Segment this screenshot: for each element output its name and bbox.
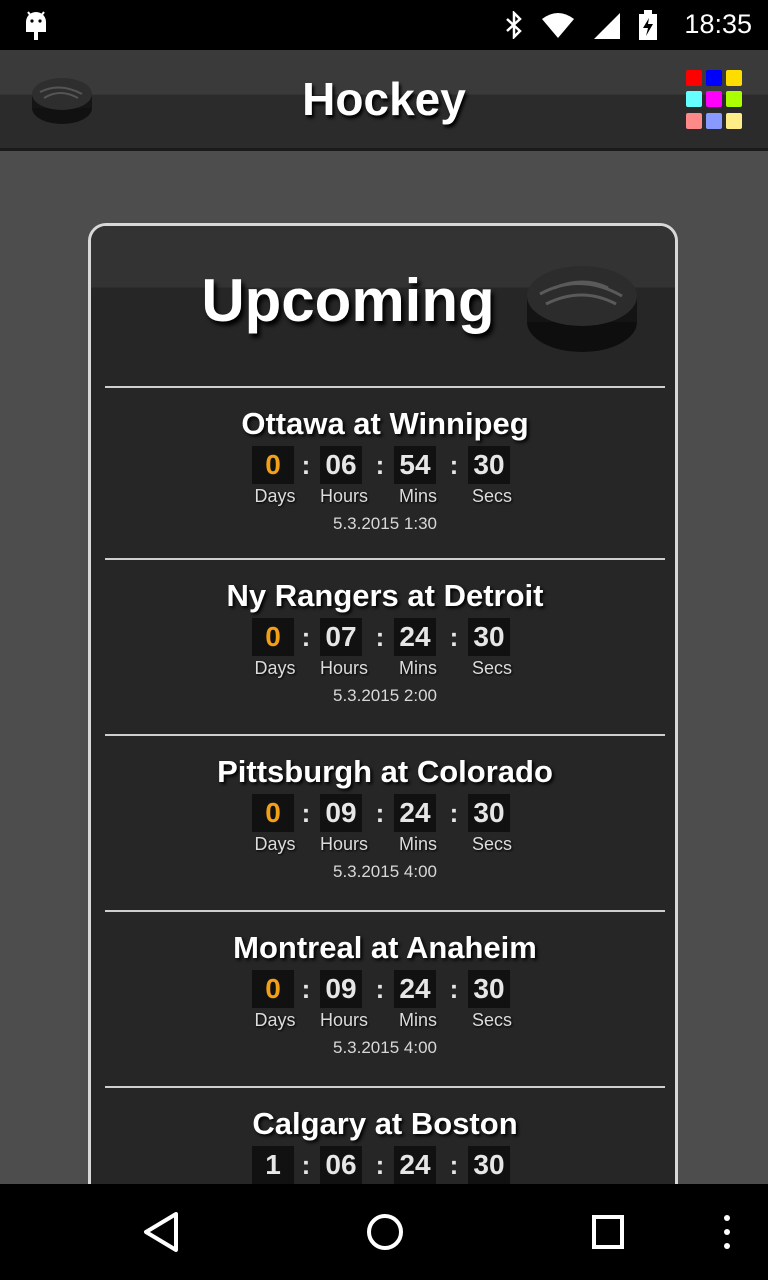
grid-square <box>726 91 742 108</box>
secs-label: Secs <box>471 834 513 854</box>
navigation-bar <box>0 1184 768 1280</box>
separator: : <box>301 1150 311 1180</box>
back-icon[interactable] <box>140 1210 180 1254</box>
color-grid-menu-button[interactable] <box>686 70 746 130</box>
battery-icon <box>639 10 657 40</box>
hours-value: 06 <box>320 446 362 484</box>
game-date: 5.3.2015 4:00 <box>333 862 437 881</box>
recents-icon[interactable] <box>590 1210 626 1254</box>
bluetooth-icon <box>506 11 522 39</box>
mins-label: Mins <box>398 1010 437 1030</box>
grid-square <box>686 70 702 86</box>
separator: : <box>375 450 385 480</box>
grid-square <box>706 112 722 129</box>
game-date: 5.3.2015 1:30 <box>333 514 437 533</box>
game-row[interactable]: Ny Rangers at Detroit 0 : 07 : 24 : 30 D… <box>105 558 665 736</box>
game-title: Ottawa at Winnipeg <box>241 406 529 441</box>
secs-value: 30 <box>468 1146 510 1184</box>
clock: 18:35 <box>684 9 752 39</box>
game-title: Calgary at Boston <box>252 1106 518 1141</box>
days-label: Days <box>254 834 296 854</box>
grid-square <box>726 70 742 86</box>
signal-icon <box>594 13 620 39</box>
android-icon <box>26 11 46 40</box>
game-row[interactable]: Montreal at Anaheim 0 : 09 : 24 : 30 Day… <box>105 910 665 1088</box>
game-title: Montreal at Anaheim <box>233 930 537 965</box>
separator: : <box>375 974 385 1004</box>
countdown-timer: 0 : 06 : 54 : 30 <box>252 446 522 486</box>
app-bar: Hockey <box>0 50 768 151</box>
game-title: Ny Rangers at Detroit <box>226 578 544 613</box>
grid-square <box>706 70 722 86</box>
secs-value: 30 <box>468 446 510 484</box>
game-title: Pittsburgh at Colorado <box>217 754 553 789</box>
grid-square <box>706 91 722 108</box>
days-value: 0 <box>252 618 294 656</box>
separator: : <box>449 798 459 828</box>
separator: : <box>301 622 311 652</box>
days-value: 1 <box>252 1146 294 1184</box>
separator: : <box>301 798 311 828</box>
overflow-menu-icon[interactable] <box>720 1210 734 1254</box>
hours-label: Hours <box>319 658 368 678</box>
secs-value: 30 <box>468 618 510 656</box>
separator: : <box>449 450 459 480</box>
hours-value: 09 <box>320 794 362 832</box>
wifi-icon <box>542 13 574 38</box>
separator: : <box>449 974 459 1004</box>
countdown-timer: 1 : 06 : 24 : 30 <box>252 1146 522 1186</box>
app-title: Hockey <box>302 73 466 125</box>
hours-label: Hours <box>319 1010 368 1030</box>
secs-label: Secs <box>471 658 513 678</box>
separator: : <box>301 974 311 1004</box>
days-value: 0 <box>252 446 294 484</box>
days-label: Days <box>254 658 296 678</box>
countdown-timer: 0 : 07 : 24 : 30 <box>252 618 522 658</box>
hours-label: Hours <box>319 834 368 854</box>
mins-label: Mins <box>398 834 437 854</box>
separator: : <box>449 1150 459 1180</box>
hours-value: 09 <box>320 970 362 1008</box>
hockey-puck-icon <box>527 266 637 352</box>
grid-square <box>686 91 702 108</box>
upcoming-games-card: Upcoming Ottawa at Winnipeg 0 : 06 : 54 … <box>88 223 678 1203</box>
countdown-timer: 0 : 09 : 24 : 30 <box>252 794 522 834</box>
mins-value: 24 <box>394 794 436 832</box>
days-value: 0 <box>252 794 294 832</box>
hours-label: Hours <box>319 486 368 506</box>
game-date: 5.3.2015 2:00 <box>333 686 437 705</box>
countdown-timer: 0 : 09 : 24 : 30 <box>252 970 522 1010</box>
separator: : <box>301 450 311 480</box>
mins-value: 24 <box>394 970 436 1008</box>
days-label: Days <box>254 1010 296 1030</box>
mins-label: Mins <box>398 658 437 678</box>
mins-value: 54 <box>394 446 436 484</box>
game-row[interactable]: Pittsburgh at Colorado 0 : 09 : 24 : 30 … <box>105 734 665 912</box>
secs-value: 30 <box>468 970 510 1008</box>
mins-value: 24 <box>394 1146 436 1184</box>
mins-label: Mins <box>398 486 437 506</box>
hours-value: 07 <box>320 618 362 656</box>
grid-square <box>686 112 702 129</box>
separator: : <box>375 1150 385 1180</box>
secs-label: Secs <box>471 1010 513 1030</box>
status-bar: 18:35 <box>0 0 768 50</box>
separator: : <box>449 622 459 652</box>
days-value: 0 <box>252 970 294 1008</box>
days-label: Days <box>254 486 296 506</box>
game-row[interactable]: Ottawa at Winnipeg 0 : 06 : 54 : 30 Days… <box>105 386 665 560</box>
secs-label: Secs <box>471 486 513 506</box>
game-date: 5.3.2015 4:00 <box>333 1038 437 1057</box>
separator: : <box>375 622 385 652</box>
hours-value: 06 <box>320 1146 362 1184</box>
grid-square <box>726 112 742 129</box>
separator: : <box>375 798 385 828</box>
secs-value: 30 <box>468 794 510 832</box>
home-icon[interactable] <box>364 1210 406 1254</box>
mins-value: 24 <box>394 618 436 656</box>
